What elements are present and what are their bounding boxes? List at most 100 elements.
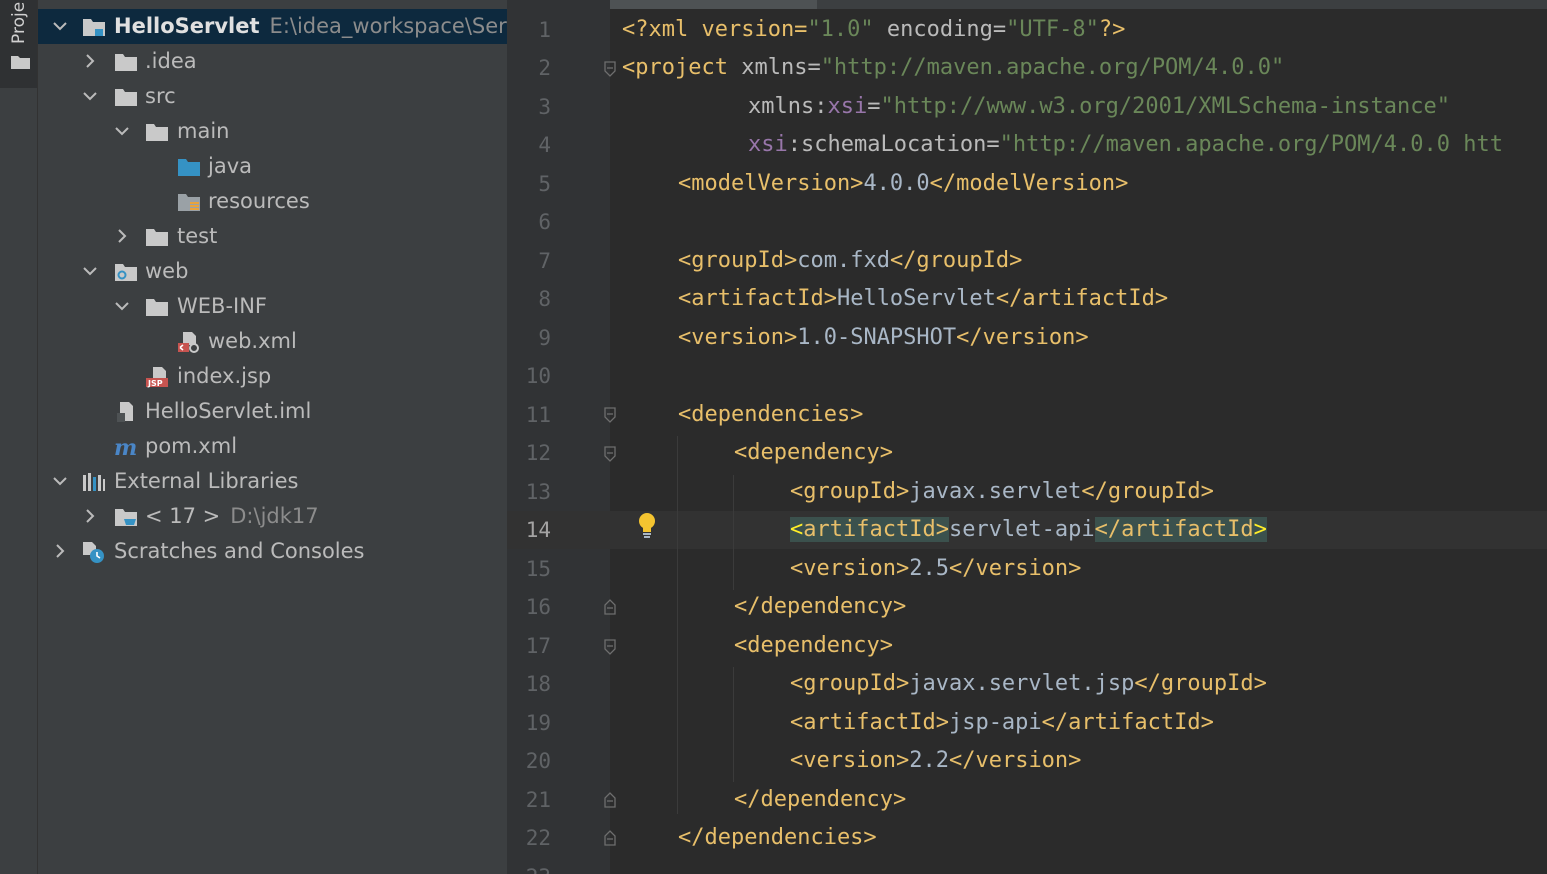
tree-item-resources[interactable]: resources [38,184,507,219]
code-line-22[interactable]: </dependencies> [678,819,877,857]
code-line-14[interactable]: <artifactId>servlet-api</artifactId> [790,511,1267,549]
line-number: 7 [538,249,551,273]
folder-icon [115,89,137,106]
code-line-2[interactable]: <project xmlns="http://maven.apache.org/… [622,49,1284,87]
tree-item-label: HelloServlet.iml [145,399,312,423]
code-line-12[interactable]: <dependency> [734,434,893,472]
tree-item-label: resources [208,189,310,213]
source-folder-icon [178,159,200,176]
matched-tag-open: artifactId> [803,517,949,542]
fold-open-icon[interactable] [603,61,617,77]
fold-close-icon[interactable] [603,599,617,615]
chevron-down-icon[interactable] [114,123,130,139]
code-line-4[interactable]: xsi:schemaLocation="http://maven.apache.… [748,126,1503,164]
code-line-20[interactable]: <version>2.2</version> [790,742,1081,780]
chevron-right-icon[interactable] [82,53,98,69]
tree-item-idea[interactable]: .idea [38,44,507,79]
fold-open-icon[interactable] [603,639,617,655]
code-line-8[interactable]: <artifactId>HelloServlet</artifactId> [678,280,1168,318]
project-tool-label: Proje [9,1,29,44]
tree-item-scratches[interactable]: Scratches and Consoles [38,534,507,569]
tree-item-label: index.jsp [177,364,272,388]
tool-window-strip: Proje [0,0,38,874]
code-line-18[interactable]: <groupId>javax.servlet.jsp</groupId> [790,665,1267,703]
code-line-17[interactable]: <dependency> [734,627,893,665]
chevron-down-icon[interactable] [82,88,98,104]
fold-open-icon[interactable] [603,446,617,462]
fold-open-icon[interactable] [603,407,617,423]
tree-item-label: WEB-INF [177,294,267,318]
project-name: HelloServlet [114,14,260,38]
tree-item-root[interactable]: HelloServlet E:\idea_workspace\Servle [38,9,507,44]
tree-item-label: web [145,259,189,283]
line-number: 10 [525,364,551,388]
code-line-11[interactable]: <dependencies> [678,396,863,434]
chevron-right-icon[interactable] [52,543,68,559]
line-number: 17 [525,634,551,658]
chevron-down-icon[interactable] [52,18,68,34]
indent-guide [733,667,734,782]
chevron-down-icon[interactable] [52,473,68,489]
line-number: 20 [525,749,551,773]
fold-close-icon[interactable] [603,830,617,846]
indent-guide [677,436,678,814]
code-line-3[interactable]: xmlns:xsi="http://www.w3.org/2001/XMLSch… [748,88,1450,126]
code-line-19[interactable]: <artifactId>jsp-api</artifactId> [790,704,1214,742]
tree-item-external-libraries[interactable]: External Libraries [38,464,507,499]
code-line-5[interactable]: <modelVersion>4.0.0</modelVersion> [678,165,1128,203]
matched-tag-close-bracket: > [1253,517,1267,542]
tree-item-web-xml[interactable]: web.xml [38,324,507,359]
line-number: 8 [538,287,551,311]
folder-icon [11,56,30,69]
tree-item-iml[interactable]: HelloServlet.iml [38,394,507,429]
matched-tag-close: </artifactId [1094,517,1254,542]
matched-tag-open-bracket: < [790,517,804,542]
code-line-21[interactable]: </dependency> [734,781,906,819]
chevron-down-icon[interactable] [114,298,130,314]
code-line-7[interactable]: <groupId>com.fxd</groupId> [678,242,1022,280]
tree-item-main[interactable]: main [38,114,507,149]
resources-folder-icon [178,194,200,211]
tree-item-index-jsp[interactable]: JSP index.jsp [38,359,507,394]
code-line-9[interactable]: <version>1.0-SNAPSHOT</version> [678,319,1089,357]
project-path: E:\idea_workspace\Servle [269,14,507,38]
tree-item-test[interactable]: test [38,219,507,254]
xml-file-icon [178,332,199,353]
code-line-13[interactable]: <groupId>javax.servlet</groupId> [790,473,1214,511]
tree-item-web-inf[interactable]: WEB-INF [38,289,507,324]
fold-close-icon[interactable] [603,792,617,808]
jdk-label: < 17 > [145,504,221,528]
line-number: 9 [538,326,551,350]
tree-item-label: main [177,119,230,143]
chevron-right-icon[interactable] [114,228,130,244]
line-number: 22 [525,826,551,850]
tree-item-src[interactable]: src [38,79,507,114]
tree-item-jdk[interactable]: < 17 > D:\jdk17 [38,499,507,534]
tree-item-label: pom.xml [145,434,238,458]
code-editor[interactable]: 1 2 3 4 5 6 7 8 9 10 11 12 13 14 15 16 1… [507,0,1547,874]
code-line-1[interactable]: <?xml version="1.0" encoding="UTF-8"?> [622,11,1125,49]
lightbulb-icon[interactable] [637,512,657,540]
chevron-down-icon[interactable] [82,263,98,279]
line-number: 15 [525,557,551,581]
line-number: 3 [538,95,551,119]
line-number: 12 [525,441,551,465]
line-number: 21 [525,788,551,812]
project-tool-button[interactable]: Proje [0,0,37,88]
chevron-right-icon[interactable] [82,508,98,524]
folder-icon [146,124,168,141]
line-number: 1 [538,18,551,42]
tree-item-web[interactable]: web [38,254,507,289]
tree-item-pom-xml[interactable]: m pom.xml [38,429,507,464]
tree-item-label: src [145,84,176,108]
tree-item-java[interactable]: java [38,149,507,184]
line-number: 2 [538,56,551,80]
jdk-folder-icon [115,509,137,526]
code-line-15[interactable]: <version>2.5</version> [790,550,1081,588]
code-line-16[interactable]: </dependency> [734,588,906,626]
tree-item-label: Scratches and Consoles [114,539,365,563]
project-tree-panel: HelloServlet E:\idea_workspace\Servle .id… [38,0,507,874]
module-file-icon [117,402,133,422]
library-icon [83,473,105,491]
tree-item-label: java [208,154,252,178]
